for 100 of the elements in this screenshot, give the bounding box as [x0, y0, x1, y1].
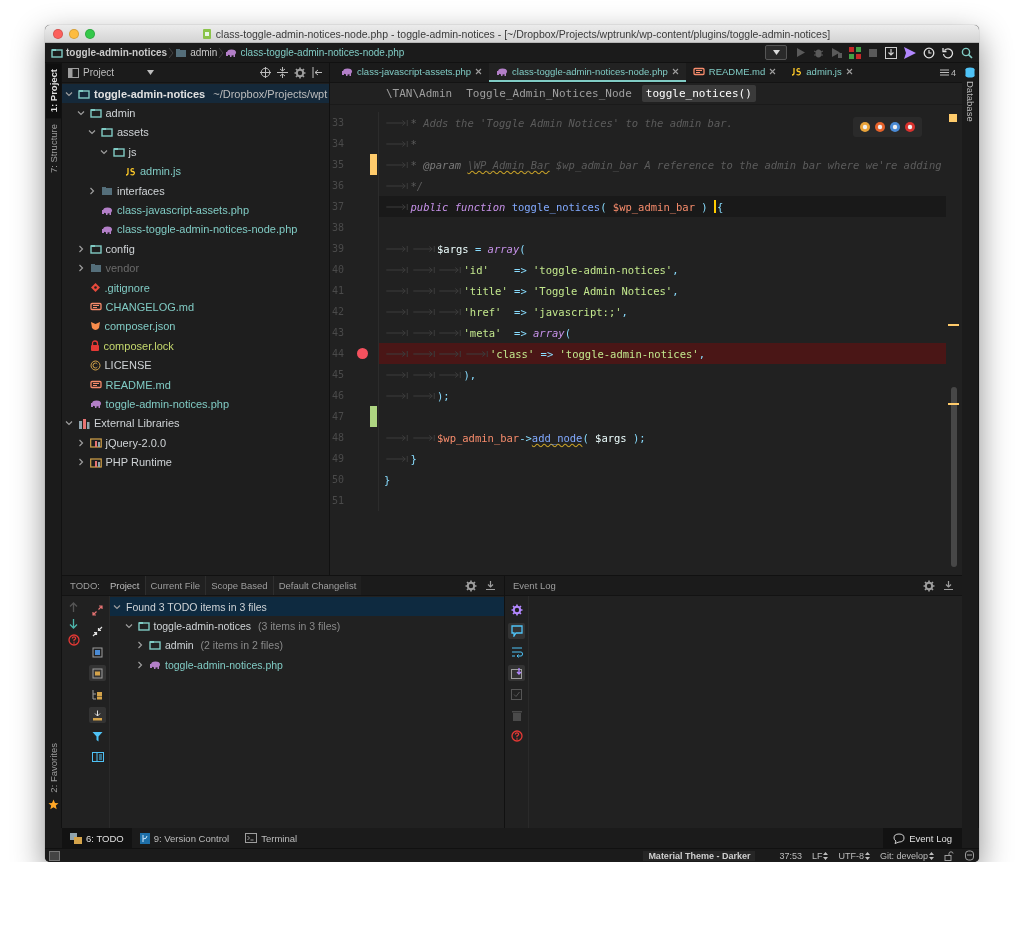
- close-icon[interactable]: [845, 68, 853, 75]
- crosshair-icon[interactable]: [260, 67, 271, 78]
- minimize-icon[interactable]: [943, 580, 954, 591]
- collapse-icon[interactable]: [277, 67, 288, 78]
- tree-item[interactable]: js: [62, 142, 329, 162]
- scope-tab[interactable]: Default Changelist: [272, 576, 362, 595]
- line-separator[interactable]: LF: [811, 850, 829, 861]
- tree-item[interactable]: class-toggle-admin-notices-node.php: [62, 219, 329, 240]
- chevron-icon[interactable]: [76, 458, 85, 467]
- tree-item[interactable]: admin: [62, 103, 329, 123]
- scope-tab[interactable]: Current File: [144, 576, 206, 595]
- tree-item[interactable]: CHANGELOG.md: [62, 297, 329, 317]
- tree-item[interactable]: toggle-admin-notices ~/Dropbox/Projects/wpt: [62, 84, 329, 104]
- chevron-icon[interactable]: [88, 128, 96, 137]
- chevron-icon[interactable]: [76, 109, 85, 118]
- scroll-end-button[interactable]: [508, 665, 525, 681]
- help-icon[interactable]: [67, 634, 80, 646]
- tree-item[interactable]: assets: [62, 122, 329, 143]
- preview-button[interactable]: [89, 644, 106, 660]
- browser-icon[interactable]: [904, 121, 916, 133]
- vcs-branch[interactable]: Git: develop: [879, 850, 934, 861]
- tool-window-tab[interactable]: 2: Favorites: [45, 737, 61, 799]
- settings-icon[interactable]: [465, 579, 477, 592]
- close-icon[interactable]: [769, 68, 777, 75]
- chevron-icon[interactable]: [136, 641, 144, 650]
- unlock-icon[interactable]: [944, 850, 954, 861]
- chevron-icon[interactable]: [65, 89, 73, 98]
- editor-tab[interactable]: README.md: [685, 63, 784, 82]
- panel-toggle-icon[interactable]: [49, 850, 60, 861]
- tree-item[interactable]: jQuery-2.0.0: [62, 433, 329, 453]
- editor-tab[interactable]: admin.js: [783, 63, 860, 82]
- close-icon[interactable]: [671, 68, 679, 75]
- hidden-tabs-button[interactable]: 4: [940, 63, 962, 82]
- tree-item[interactable]: admin (2 items in 2 files): [110, 635, 504, 656]
- tool-window-tab[interactable]: 9: Version Control: [131, 828, 238, 848]
- editor-tab[interactable]: class-javascript-assets.php: [334, 63, 490, 82]
- tree-item[interactable]: LICENSE: [62, 355, 329, 375]
- run-icon[interactable]: [796, 47, 806, 58]
- tree-item[interactable]: class-javascript-assets.php: [62, 200, 329, 220]
- breakpoint-icon[interactable]: [356, 348, 368, 359]
- chevron-icon[interactable]: [76, 438, 85, 447]
- blocks-icon[interactable]: [849, 46, 861, 59]
- export-button[interactable]: [89, 707, 106, 723]
- breadcrumb[interactable]: Toggle_Admin_Notices_Node: [462, 85, 636, 102]
- history-icon[interactable]: [923, 46, 935, 59]
- tree-item[interactable]: composer.json: [62, 316, 329, 337]
- settings-icon[interactable]: [923, 579, 935, 592]
- tree-item[interactable]: toggle-admin-notices.php: [110, 655, 504, 675]
- chevron-icon[interactable]: [88, 186, 96, 195]
- stop-icon[interactable]: [868, 47, 878, 58]
- tree-item[interactable]: toggle-admin-notices.php: [62, 394, 329, 414]
- tree-item[interactable]: admin.js: [62, 161, 329, 181]
- editor-tab[interactable]: class-toggle-admin-notices-node.php: [489, 63, 686, 82]
- settings-icon[interactable]: [294, 66, 306, 79]
- chevron-icon[interactable]: [65, 419, 73, 428]
- tree-item[interactable]: .gitignore: [62, 277, 329, 298]
- breadcrumb[interactable]: \TAN\Admin: [382, 85, 457, 102]
- browser-icon[interactable]: [874, 121, 886, 133]
- star-icon[interactable]: [47, 799, 59, 810]
- tree-item[interactable]: toggle-admin-notices (3 items in 3 files): [110, 616, 504, 636]
- view-dropdown[interactable]: Project: [68, 67, 154, 78]
- chevron-icon[interactable]: [124, 622, 133, 631]
- change-marker[interactable]: [370, 154, 377, 175]
- tree-item[interactable]: composer.lock: [62, 336, 329, 356]
- help-button[interactable]: [508, 728, 525, 744]
- encoding[interactable]: UTF-8: [838, 850, 870, 861]
- close-button[interactable]: [53, 28, 63, 39]
- send-icon[interactable]: [904, 46, 916, 59]
- scope-tab[interactable]: Scope Based: [205, 576, 273, 595]
- revert-icon[interactable]: [942, 46, 954, 59]
- layout-button[interactable]: [89, 749, 106, 765]
- download-icon[interactable]: [885, 46, 897, 59]
- change-marker[interactable]: [370, 406, 377, 427]
- caret-position[interactable]: 37:53: [779, 850, 802, 861]
- browser-icon[interactable]: [889, 121, 901, 133]
- chevron-icon[interactable]: [113, 602, 121, 611]
- expand-all-button[interactable]: [89, 602, 106, 618]
- scrollbar-thumb[interactable]: [951, 387, 957, 567]
- event-log-button[interactable]: Event Log: [883, 828, 962, 848]
- tree-item[interactable]: External Libraries: [62, 413, 329, 434]
- chevron-icon[interactable]: [76, 244, 85, 253]
- minimize-icon[interactable]: [485, 580, 496, 591]
- tool-window-tab[interactable]: 1: Project: [45, 63, 61, 119]
- tool-window-tab[interactable]: Database: [962, 63, 978, 126]
- bug-icon[interactable]: [813, 47, 824, 58]
- tree-item[interactable]: Found 3 TODO items in 3 files: [110, 597, 504, 617]
- chevron-icon[interactable]: [76, 264, 85, 273]
- tool-window-tab[interactable]: 7: Structure: [45, 118, 61, 180]
- chevron-icon[interactable]: [99, 147, 108, 156]
- balloon-button[interactable]: [508, 623, 525, 639]
- tree-item[interactable]: config: [62, 239, 329, 259]
- hide-panel-icon[interactable]: [312, 67, 323, 78]
- browser-icon[interactable]: [859, 121, 871, 133]
- inspector-icon[interactable]: [964, 850, 975, 861]
- breadcrumb[interactable]: toggle_notices(): [641, 85, 756, 102]
- theme-label[interactable]: Material Theme - Darker: [643, 850, 756, 861]
- breadcrumb[interactable]: admin: [175, 47, 218, 58]
- scope-tab[interactable]: Project: [103, 576, 145, 595]
- chevron-icon[interactable]: [136, 660, 144, 669]
- tool-window-tab[interactable]: Terminal: [237, 828, 306, 848]
